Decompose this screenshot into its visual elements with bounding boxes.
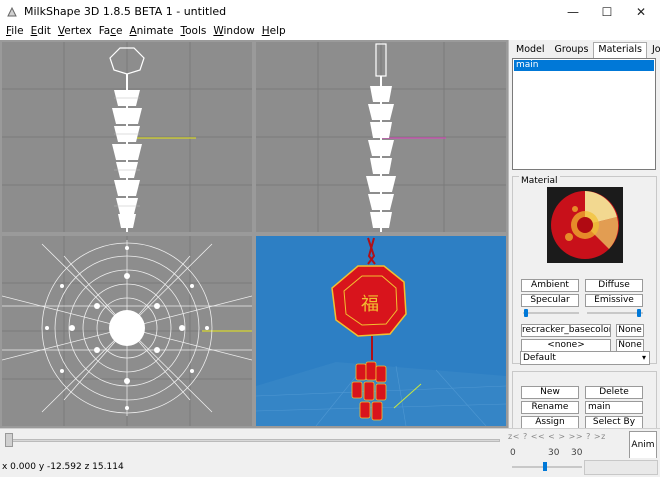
side-viewport[interactable]	[256, 42, 506, 232]
new-material-button[interactable]: New	[521, 386, 579, 399]
menu-vertex[interactable]: Vertex	[56, 24, 97, 40]
svg-text:福: 福	[361, 294, 379, 315]
texture-button[interactable]: recracker_basecolor.bm	[521, 324, 611, 337]
menu-bar: File Edit Vertex Face Animate Tools Wind…	[0, 24, 660, 40]
playback-speed-slider[interactable]	[512, 466, 582, 468]
chevron-down-icon: ▾	[641, 353, 646, 362]
top-viewport[interactable]	[2, 236, 252, 426]
shininess-slider-thumb[interactable]	[524, 309, 528, 317]
tab-materials[interactable]: Materials	[593, 42, 647, 58]
ambient-button[interactable]: Ambient	[521, 279, 579, 292]
menu-animate-accelerator: A	[129, 25, 137, 37]
cursor-coordinates: x 0.000 y -12.592 z 15.114	[2, 462, 124, 472]
menu-face-label: e	[115, 25, 123, 37]
delete-material-button[interactable]: Delete	[585, 386, 643, 399]
specular-button[interactable]: Specular	[521, 294, 579, 307]
tab-groups[interactable]: Groups	[550, 42, 594, 58]
material-properties-group: Material Ambient Diffuse Specular Emissi…	[512, 176, 657, 364]
material-group-label: Material	[519, 176, 560, 186]
animation-bar: z< ? << < > >> ? >z 0 30 30 Anim	[0, 428, 660, 459]
tab-joints[interactable]: Joints	[647, 42, 660, 58]
close-button[interactable]: ✕	[624, 0, 658, 24]
menu-tools-label: ools	[185, 25, 207, 37]
texture-none-button[interactable]: None	[616, 324, 644, 337]
title-bar: MilkShape 3D 1.8.5 BETA 1 - untitled — ☐…	[0, 0, 660, 24]
transparency-slider[interactable]	[587, 312, 643, 314]
timeline-slider-thumb[interactable]	[5, 433, 13, 447]
perspective-viewport[interactable]: 福	[256, 236, 506, 426]
menu-tools[interactable]: Tools	[178, 24, 211, 40]
menu-window[interactable]: Window	[211, 24, 259, 40]
timeline-slider[interactable]	[6, 439, 500, 442]
material-actions-group: New Delete Rename main Assign Select By	[512, 371, 657, 429]
end-frame-value: 30	[571, 448, 583, 458]
playback-speed-slider-thumb[interactable]	[543, 462, 547, 471]
status-bar: x 0.000 y -12.592 z 15.114	[0, 458, 660, 477]
menu-vertex-label: ertex	[64, 25, 92, 37]
frame-navigation-buttons[interactable]: z< ? << < > >> ? >z	[508, 432, 606, 441]
menu-help-label: elp	[269, 25, 286, 37]
render-mode-value: Default	[523, 353, 556, 363]
menu-animate[interactable]: Animate	[127, 24, 178, 40]
menu-animate-label: nimate	[136, 25, 174, 37]
menu-window-label: indow	[223, 25, 255, 37]
render-mode-select[interactable]: Default ▾	[520, 351, 650, 365]
material-name-field[interactable]: main	[585, 401, 643, 414]
menu-help[interactable]: Help	[260, 24, 291, 40]
window-title: MilkShape 3D 1.8.5 BETA 1 - untitled	[24, 5, 227, 18]
top-view-canvas	[2, 236, 252, 426]
menu-edit-label: dit	[37, 25, 51, 37]
start-frame-value: 0	[510, 448, 516, 458]
shininess-slider[interactable]	[523, 312, 579, 314]
menu-edit[interactable]: Edit	[29, 24, 56, 40]
material-preview	[547, 187, 623, 263]
perspective-canvas: 福	[256, 237, 506, 426]
menu-window-accelerator: W	[213, 25, 224, 37]
menu-file[interactable]: File	[4, 24, 29, 40]
viewport-area: 福	[0, 40, 508, 428]
current-frame-value: 30	[548, 448, 560, 458]
material-list[interactable]: main	[512, 58, 656, 170]
front-view-canvas	[2, 42, 252, 232]
minimize-button[interactable]: —	[556, 0, 590, 24]
diffuse-button[interactable]: Diffuse	[585, 279, 643, 292]
material-list-item[interactable]: main	[514, 60, 654, 71]
menu-help-accelerator: H	[261, 25, 270, 37]
materials-panel: Model Groups Materials Joints main Mater…	[508, 40, 660, 429]
tab-model[interactable]: Model	[511, 42, 550, 58]
panel-tabs: Model Groups Materials Joints	[511, 42, 660, 58]
maximize-button[interactable]: ☐	[590, 0, 624, 24]
menu-face[interactable]: Face	[97, 24, 128, 40]
rename-material-button[interactable]: Rename	[521, 401, 579, 414]
emissive-button[interactable]: Emissive	[585, 294, 643, 307]
side-view-canvas	[256, 42, 506, 232]
material-preview-sphere	[551, 191, 619, 259]
transparency-slider-thumb[interactable]	[637, 309, 641, 317]
front-viewport[interactable]	[2, 42, 252, 232]
menu-face-prefix: Fa	[98, 25, 111, 37]
status-field	[584, 460, 658, 475]
anim-toggle-button[interactable]: Anim	[629, 431, 657, 459]
menu-file-label: ile	[11, 25, 24, 37]
milkshape-app-icon	[7, 6, 17, 17]
